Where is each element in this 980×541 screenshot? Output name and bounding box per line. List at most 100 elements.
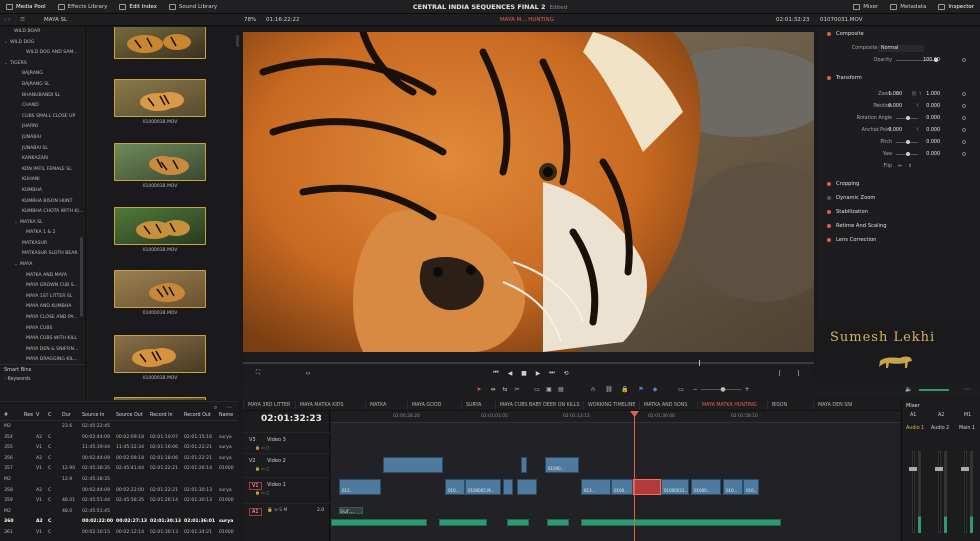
jog-icon[interactable]: ‹› <box>303 368 313 378</box>
transform-section[interactable]: Transform <box>818 73 980 83</box>
clip-thumbnail[interactable]: 01000038.MOV <box>114 270 206 316</box>
flip-horizontal-icon[interactable]: ⇔ <box>898 161 902 172</box>
keyframe-icon[interactable] <box>962 104 966 108</box>
bin-item[interactable]: KON PATIL FEMALE SL <box>0 165 85 176</box>
clip-thumbnail[interactable]: 01000038.MOV <box>114 207 206 253</box>
column-header[interactable]: Name <box>219 413 233 418</box>
video-clip[interactable] <box>517 479 537 495</box>
loop-icon[interactable]: ⟲ <box>561 368 571 378</box>
table-row[interactable]: 359 V1 C 48.01 02:45:51:44 02:45:58:35 02:01:2… <box>0 496 238 506</box>
keyframe-icon[interactable] <box>962 152 966 156</box>
audio-clip[interactable] <box>507 519 529 526</box>
bin-item[interactable]: KUMBHA CHOTA WITH KI... <box>0 207 85 218</box>
column-header[interactable]: Ree <box>24 413 33 418</box>
play-icon[interactable]: ▶ <box>533 368 543 378</box>
table-row[interactable]: 354 A2 C 00:02:44:09 00:02:09:18 02:01:10:07 0… <box>0 433 238 443</box>
bin-item[interactable]: BAJRANG SL <box>0 80 85 91</box>
bin-item[interactable]: WILD DOG AND SAM... <box>0 48 85 59</box>
link-icon[interactable]: ⛓ <box>911 89 917 100</box>
flip-vertical-icon[interactable]: ⇕ <box>908 161 912 172</box>
column-header[interactable]: Dur <box>62 413 71 418</box>
section-enable-icon[interactable] <box>827 76 831 80</box>
inspector-button[interactable]: Inspector <box>932 0 980 14</box>
fader-audio2[interactable] <box>935 467 943 471</box>
video-clip[interactable] <box>521 457 527 473</box>
timeline-viewer[interactable] <box>243 32 814 352</box>
fader-track-main1[interactable] <box>964 451 967 533</box>
zoom-in-icon[interactable]: + <box>743 386 751 394</box>
section-enable-icon[interactable] <box>827 32 831 36</box>
zoom-out-icon[interactable]: − <box>691 386 699 394</box>
bin-item[interactable]: ⌄ MATKA SL <box>0 218 85 229</box>
video-clip[interactable]: 010... <box>743 479 759 495</box>
column-header[interactable]: Source Out <box>116 413 143 418</box>
timeline-tracks[interactable]: 02:00:28:20 02:01:01:05 02:01:13:15 02:01:3… <box>331 411 900 541</box>
mark-out-icon[interactable]: ⌉ <box>793 368 803 378</box>
video-clip[interactable]: 0100... <box>611 479 633 495</box>
timeline-tab[interactable]: MAYA CUBS BABY DEER ON KILLS <box>495 401 583 410</box>
bin-item[interactable]: BHANUBANDI SL <box>0 91 85 102</box>
jump-start-icon[interactable]: ⏮ <box>491 368 501 378</box>
bin-item[interactable]: MAYA CLOSE AND PA... <box>0 313 85 324</box>
trim-tool-icon[interactable]: ⇹ <box>489 386 497 394</box>
mixer-channel-audio1[interactable]: Audio 1 <box>906 426 924 431</box>
edit-index-button[interactable]: Edit Index <box>113 0 163 14</box>
viewer-options-icon[interactable]: ⛶ <box>253 368 263 378</box>
bin-item[interactable]: MAYA CUBS <box>0 324 85 335</box>
viewer-timeline-name[interactable]: MAYA M... HUNTING <box>500 14 554 26</box>
video-clip[interactable]: 01000... <box>545 457 579 473</box>
audio-clip[interactable]: sur... <box>339 507 363 515</box>
column-header[interactable]: C <box>48 413 51 418</box>
track-header-v1[interactable]: V1 Video 1 🔒 ▭ ◻ <box>243 477 330 495</box>
video-clip[interactable]: 01000031... <box>661 479 689 495</box>
composite-mode-select[interactable]: Normal <box>878 45 924 52</box>
mixer-channel-audio2[interactable]: Audio 2 <box>931 426 949 431</box>
bins-scrollbar[interactable] <box>80 237 83 317</box>
video-clip[interactable] <box>383 457 443 473</box>
timeline-tab[interactable]: MAYA GOOD <box>407 401 461 410</box>
column-header[interactable]: # <box>4 413 8 418</box>
yaw-slider-handle[interactable] <box>906 152 910 156</box>
table-row[interactable]: M2 48.0 02:45:51:45 <box>0 507 238 517</box>
bin-item[interactable]: MATKASUR SLOTH BEAR <box>0 249 85 260</box>
stabilization-section[interactable]: Stabilization <box>818 207 980 217</box>
bin-item[interactable]: MATKASUR <box>0 239 85 250</box>
link-clips-icon[interactable]: ⛓ <box>605 386 613 394</box>
timeline-tab[interactable]: MATKA <box>365 401 407 410</box>
blade-tool-icon[interactable]: ✂ <box>513 386 521 394</box>
timeline-tab[interactable]: BISON <box>767 401 813 410</box>
dynamic-trim-icon[interactable]: ⇆ <box>501 386 509 394</box>
list-view-icon[interactable]: ☰ <box>20 14 25 26</box>
track-header-a1[interactable]: A1 🔒 ⊙ S M 2.0 <box>243 503 330 521</box>
zoom-full-icon[interactable]: ▭ <box>677 386 685 394</box>
selected-video-clip[interactable] <box>633 479 661 495</box>
retime-scaling-section[interactable]: Retime And Scaling <box>818 221 980 231</box>
track-header-v3[interactable]: V3 Video 3 🔒 ▭ ◻ <box>243 432 330 450</box>
fader-track-audio2[interactable] <box>938 451 941 533</box>
video-clip[interactable]: 013... <box>581 479 611 495</box>
bin-item[interactable]: MAYA DRAGGING KIL... <box>0 355 85 364</box>
bin-item[interactable]: MAYA AND KUMBHA <box>0 302 85 313</box>
clip-thumbnail[interactable] <box>114 27 206 62</box>
bin-item[interactable]: JHARNI <box>0 122 85 133</box>
marker-icon[interactable]: ◆ <box>651 386 659 394</box>
video-clip[interactable]: 01000... <box>691 479 721 495</box>
track-header-v2[interactable]: V2 Video 2 🔒 ▭ ◻ <box>243 453 330 471</box>
bin-item[interactable]: MAYA CUBS WITH KILL <box>0 334 85 345</box>
bin-item[interactable]: KUMBHA <box>0 186 85 197</box>
table-row[interactable]: M2 12.9 02:45:38:35 <box>0 475 238 485</box>
keyframe-icon[interactable] <box>962 140 966 144</box>
lock-icon[interactable]: 🔒 ▭ ◻ <box>255 490 270 495</box>
overwrite-clip-icon[interactable]: ▣ <box>545 386 553 394</box>
mixer-button[interactable]: Mixer <box>847 0 884 14</box>
bin-item[interactable]: ⌄ MAYA <box>0 260 85 271</box>
dynamic-zoom-section[interactable]: Dynamic Zoom <box>818 193 980 203</box>
mixer-channel-main1[interactable]: Main 1 <box>959 426 975 431</box>
bin-item[interactable]: KUHANI <box>0 175 85 186</box>
keyframe-icon[interactable] <box>962 128 966 132</box>
bin-item[interactable]: MATKA 1 & 2 <box>0 228 85 239</box>
bin-item[interactable]: MATKA AND MAYA <box>0 271 85 282</box>
playhead[interactable] <box>634 411 635 541</box>
lens-correction-section[interactable]: Lens Correction <box>818 235 980 245</box>
bin-item[interactable]: CHAND <box>0 101 85 112</box>
